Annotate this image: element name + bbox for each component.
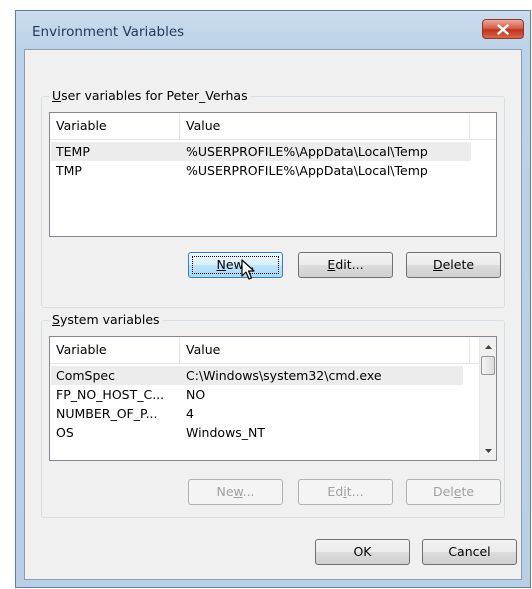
variable-value: %USERPROFILE%\AppData\Local\Temp (186, 144, 428, 159)
dialog-body: User variables for Peter_Verhas Variable… (24, 49, 522, 580)
window-title: Environment Variables (32, 24, 185, 40)
focus-rect (192, 256, 279, 274)
variable-value: %USERPROFILE%\AppData\Local\Temp (186, 163, 428, 178)
mouse-pointer-icon (241, 259, 255, 280)
system-delete-button[interactable]: Delete (406, 479, 501, 505)
user-edit-button[interactable]: Edit... (298, 252, 393, 278)
environment-variables-dialog: Environment Variables User variables for… (15, 10, 531, 588)
variable-value: C:\Windows\system32\cmd.exe (186, 368, 382, 383)
scroll-down-button[interactable] (480, 442, 496, 459)
variable-name: NUMBER_OF_P... (56, 406, 158, 421)
triangle-down-icon (484, 448, 492, 453)
column-header-value[interactable]: Value (180, 113, 470, 139)
user-new-button[interactable]: New... (188, 252, 283, 278)
user-variables-group: User variables for Peter_Verhas Variable… (41, 88, 505, 308)
scroll-thumb[interactable] (481, 356, 495, 375)
list-item[interactable]: ComSpec C:\Windows\system32\cmd.exe (51, 366, 463, 385)
ok-button[interactable]: OK (315, 539, 410, 565)
vertical-scrollbar[interactable] (479, 337, 496, 460)
list-item[interactable]: TEMP %USERPROFILE%\AppData\Local\Temp (51, 142, 471, 161)
list-item[interactable]: FP_NO_HOST_C... NO (51, 385, 463, 404)
list-item[interactable]: NUMBER_OF_P... 4 (51, 404, 463, 423)
scroll-up-button[interactable] (480, 338, 496, 355)
system-new-button[interactable]: New... (188, 479, 283, 505)
column-header-variable[interactable]: Variable (50, 113, 180, 139)
variable-name: OS (56, 425, 74, 440)
triangle-up-icon (484, 344, 492, 349)
variable-value: NO (186, 387, 206, 402)
user-variables-list[interactable]: Variable Value TEMP %USERPROFILE%\AppDat… (49, 112, 497, 237)
system-variables-group: System variables Variable Value ComSpec … (41, 312, 505, 518)
system-variables-label: System variables (49, 312, 163, 328)
list-item[interactable]: TMP %USERPROFILE%\AppData\Local\Temp (51, 161, 471, 180)
system-variables-list[interactable]: Variable Value ComSpec C:\Windows\system… (49, 336, 497, 461)
cancel-button[interactable]: Cancel (422, 539, 517, 565)
list-header: Variable Value (50, 113, 496, 140)
list-item[interactable]: OS Windows_NT (51, 423, 463, 442)
variable-name: ComSpec (56, 368, 115, 383)
close-icon (497, 23, 509, 35)
list-header: Variable Value (50, 337, 496, 364)
variable-name: FP_NO_HOST_C... (56, 387, 165, 402)
user-variables-label: User variables for Peter_Verhas (49, 88, 251, 104)
column-header-value[interactable]: Value (180, 337, 470, 363)
variable-value: 4 (186, 406, 194, 421)
title-bar[interactable]: Environment Variables (16, 11, 530, 51)
user-delete-button[interactable]: Delete (406, 252, 501, 278)
variable-name: TMP (56, 163, 82, 178)
system-edit-button[interactable]: Edit... (298, 479, 393, 505)
column-header-variable[interactable]: Variable (50, 337, 180, 363)
close-button[interactable] (482, 19, 524, 39)
variable-name: TEMP (56, 144, 90, 159)
variable-value: Windows_NT (186, 425, 266, 440)
